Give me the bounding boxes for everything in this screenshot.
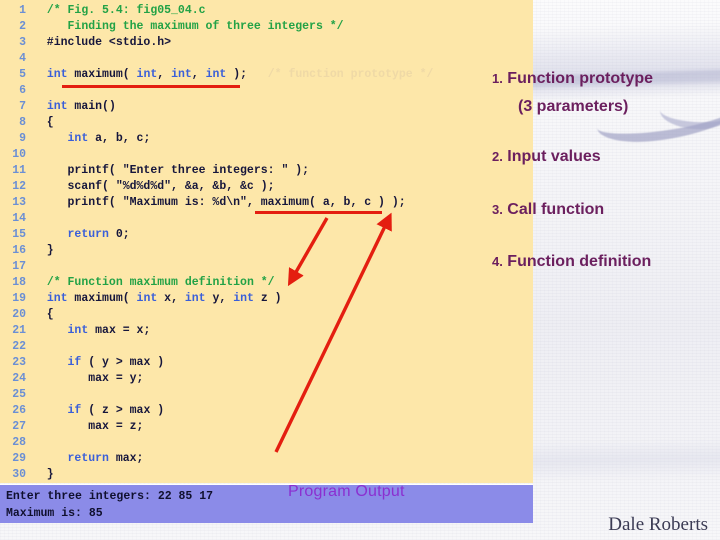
annotation-3-number: 3. xyxy=(492,202,503,217)
annotation-1-function-prototype: 1. Function prototype xyxy=(492,70,653,88)
program-output-line-1: Enter three integers: 22 85 17 xyxy=(6,490,214,503)
arrow-to-function-definition xyxy=(287,217,329,287)
code-listing-panel: 1 /* Fig. 5.4: fig05_04.c 2 Finding the m… xyxy=(0,0,533,483)
annotation-4-function-definition: 4. Function definition xyxy=(492,253,651,271)
annotation-3-call-function: 3. Call function xyxy=(492,201,604,219)
footer-author-name: Dale Roberts xyxy=(608,514,708,535)
annotation-1-subtext: (3 parameters) xyxy=(518,98,629,115)
annotation-4-number: 4. xyxy=(492,254,503,269)
annotation-arrows xyxy=(274,212,392,453)
program-output-line-2: Maximum is: 85 xyxy=(6,507,103,520)
annotation-3-text: Call function xyxy=(507,201,605,218)
annotation-1-number: 1. xyxy=(492,71,503,86)
arrow-to-function-call xyxy=(274,212,392,453)
annotation-4-text: Function definition xyxy=(507,253,652,270)
slide-canvas: 1 /* Fig. 5.4: fig05_04.c 2 Finding the m… xyxy=(0,0,720,540)
program-output-label: Program Output xyxy=(288,483,405,500)
annotation-2-text: Input values xyxy=(507,148,601,165)
annotation-2-number: 2. xyxy=(492,149,503,164)
annotation-1-text: Function prototype xyxy=(507,70,654,87)
annotation-2-input-values: 2. Input values xyxy=(492,148,601,166)
annotation-1-subtext-parameters: (3 parameters) xyxy=(518,98,628,116)
program-output-band: Enter three integers: 22 85 17 Maximum i… xyxy=(0,484,533,523)
